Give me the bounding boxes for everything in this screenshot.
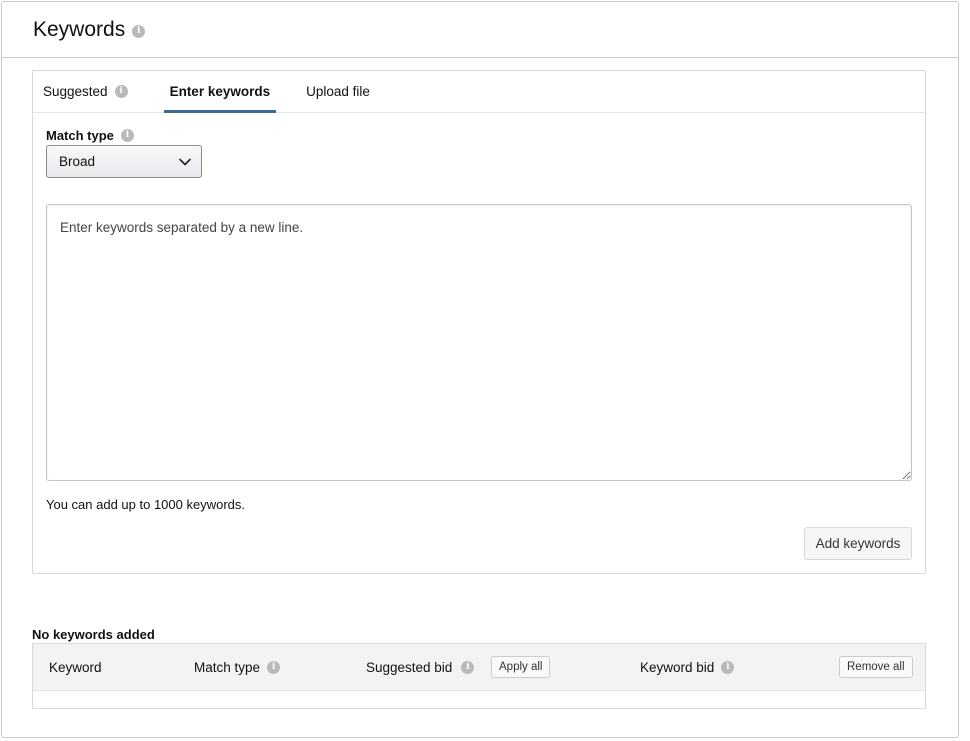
add-keywords-button[interactable]: Add keywords xyxy=(804,527,912,560)
chevron-down-icon xyxy=(179,158,191,165)
match-type-selected: Broad xyxy=(59,154,96,169)
match-type-label-text: Match type xyxy=(46,128,114,143)
keyword-entry-panel: Suggested i Enter keywords Upload file M… xyxy=(32,70,926,574)
column-label: Keyword bid xyxy=(640,660,715,675)
added-keywords-table: Keyword Match type i Suggested bid i App… xyxy=(32,643,926,709)
tab-label: Upload file xyxy=(306,84,370,99)
tab-enter-keywords[interactable]: Enter keywords xyxy=(163,71,277,113)
info-icon[interactable]: i xyxy=(120,129,134,142)
page-title: Keywords xyxy=(33,17,126,41)
column-label: Match type xyxy=(194,660,261,675)
keyword-limit-note: You can add up to 1000 keywords. xyxy=(46,497,245,512)
match-type-dropdown[interactable]: Broad xyxy=(46,145,202,178)
keywords-textarea[interactable] xyxy=(46,204,912,481)
tab-upload-file[interactable]: Upload file xyxy=(306,71,376,112)
column-suggested-bid: Suggested bid i xyxy=(366,644,475,691)
info-icon[interactable]: i xyxy=(114,85,128,98)
column-keyword-bid: Keyword bid i xyxy=(640,644,735,691)
tab-suggested[interactable]: Suggested i xyxy=(43,71,134,112)
info-icon[interactable]: i xyxy=(267,661,281,674)
tab-bar: Suggested i Enter keywords Upload file xyxy=(33,71,925,113)
info-icon[interactable]: i xyxy=(132,24,146,38)
column-match-type: Match type i xyxy=(194,644,281,691)
match-type-label: Match type i xyxy=(46,128,134,143)
column-keyword: Keyword xyxy=(49,644,102,691)
column-label: Keyword xyxy=(49,660,102,675)
remove-all-button[interactable]: Remove all xyxy=(839,656,913,678)
table-header: Keyword Match type i Suggested bid i App… xyxy=(33,644,925,691)
tab-label: Enter keywords xyxy=(169,84,271,99)
card-header: Keywords i xyxy=(2,2,958,58)
column-label: Suggested bid xyxy=(366,660,453,675)
info-icon[interactable]: i xyxy=(461,661,475,674)
apply-all-button[interactable]: Apply all xyxy=(491,656,551,678)
tab-label: Suggested xyxy=(43,84,108,99)
info-icon[interactable]: i xyxy=(721,661,735,674)
no-keywords-label: No keywords added xyxy=(32,627,155,642)
